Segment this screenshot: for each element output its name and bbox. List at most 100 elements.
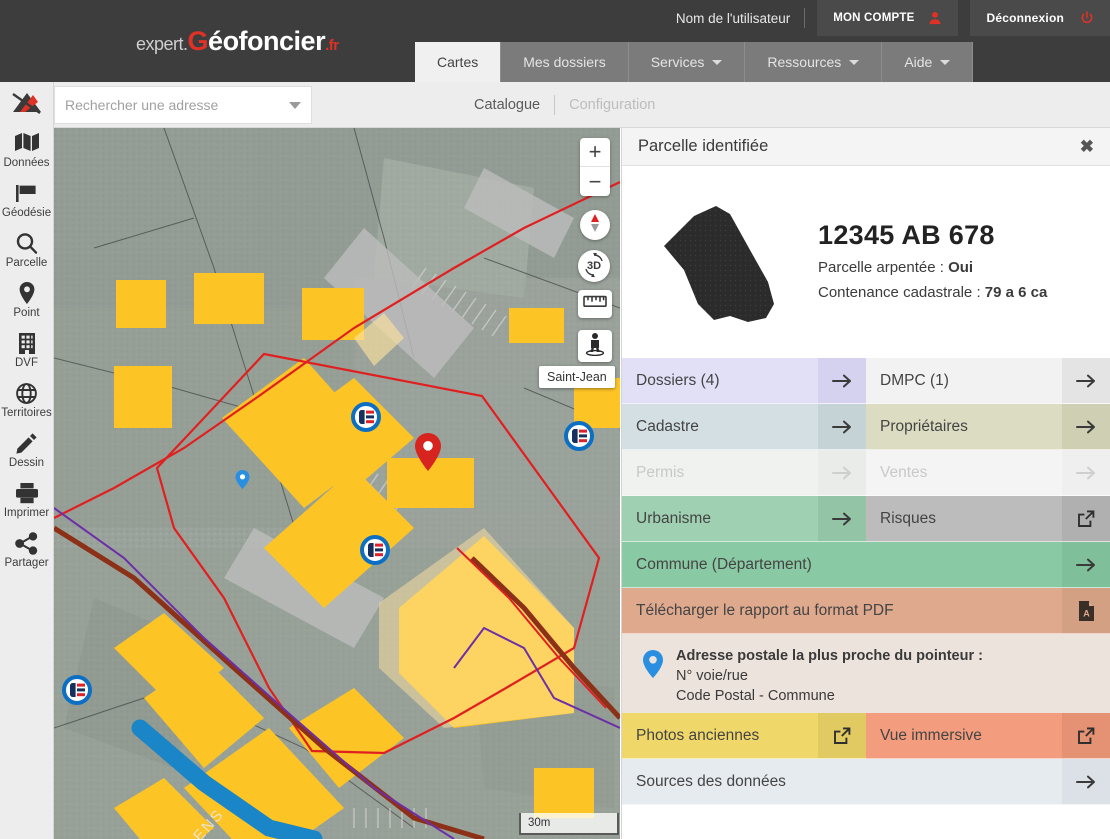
external-link-icon[interactable] [1062, 713, 1110, 758]
compass-icon [588, 213, 602, 238]
map-canvas[interactable]: RATALENS + − 3D [54, 128, 620, 839]
panel-row: Cadastre Propriétaires [622, 404, 1110, 450]
geofoncier-mark-icon[interactable] [10, 88, 44, 118]
panel-cell-sources[interactable]: Sources des données [622, 759, 1110, 805]
sidebar-item-label: DVF [15, 357, 38, 369]
zoom-in-button[interactable]: + [580, 138, 610, 167]
panel-cell-label: Photos anciennes [636, 726, 760, 744]
panel-title: Parcelle identifiée [638, 137, 769, 155]
svg-text:A: A [1083, 608, 1090, 618]
panel-cell-commune[interactable]: Commune (Département) [622, 542, 1110, 588]
arrow-right-icon [1062, 450, 1110, 495]
map-pin-icon [415, 433, 441, 471]
user-bar: Nom de l'utilisateur MON COMPTE Déconnex… [666, 0, 1110, 36]
tab-label: Ressources [767, 54, 842, 70]
sidebar-item-label: Partager [4, 557, 49, 569]
map-pin-icon [642, 646, 664, 683]
dossier-icon [571, 429, 587, 443]
map-dossier-marker[interactable] [62, 675, 92, 705]
sidebar-item-parcelle[interactable]: Parcelle [0, 230, 54, 269]
panel-cell-ventes: Ventes [866, 450, 1110, 496]
pdf-icon[interactable]: A [1062, 588, 1110, 633]
magnifier-icon [15, 230, 38, 256]
panel-cell-dmpc[interactable]: DMPC (1) [866, 358, 1110, 404]
parcel-details: 12345 AB 678 Parcelle arpentée : Oui Con… [818, 184, 1047, 348]
sidebar-item-point[interactable]: Point [0, 280, 54, 319]
sidebar-item-territoires[interactable]: Territoires [0, 380, 54, 419]
panel-row: Permis Ventes [622, 450, 1110, 496]
dossier-icon [69, 683, 85, 697]
my-account-button[interactable]: MON COMPTE [817, 0, 959, 36]
panel-cell-dossiers[interactable]: Dossiers (4) [622, 358, 866, 404]
external-link-icon[interactable] [1062, 496, 1110, 541]
map-dossier-marker[interactable] [351, 402, 381, 432]
panel-cell-label: Sources des données [636, 772, 786, 790]
chevron-down-icon[interactable] [289, 101, 301, 109]
panel-cell-risques[interactable]: Risques [866, 496, 1110, 542]
panel-cell-cadastre[interactable]: Cadastre [622, 404, 866, 450]
left-toolbar: Données Géodésie Parcelle Point DVF Terr… [0, 82, 54, 839]
nearest-address-text: Adresse postale la plus proche du pointe… [676, 646, 983, 706]
sidebar-item-imprimer[interactable]: Imprimer [0, 480, 54, 519]
sidebar-item-label: Dessin [8, 457, 45, 469]
application-root: expert.Géofoncier.fr Nom de l'utilisateu… [0, 0, 1110, 839]
close-icon[interactable]: ✖ [1080, 137, 1094, 157]
sidebar-item-dvf[interactable]: DVF [0, 330, 54, 369]
pegman-icon [584, 332, 606, 361]
tab-label: Mes dossiers [523, 54, 606, 70]
tab-ressources[interactable]: Ressources [745, 42, 883, 82]
chevron-down-icon [849, 59, 860, 65]
sidebar-item-dessin[interactable]: Dessin [0, 430, 54, 469]
nearest-address-title: Adresse postale la plus proche du pointe… [676, 648, 983, 664]
address-search-box[interactable] [54, 86, 312, 124]
subnav-configuration[interactable]: Configuration [555, 97, 669, 113]
zoom-out-button[interactable]: − [580, 167, 610, 196]
panel-row: Sources des données [622, 759, 1110, 805]
panel-cell-label: Propriétaires [880, 417, 968, 435]
panel-cell-photos-anciennes[interactable]: Photos anciennes [622, 713, 866, 759]
sidebar-item-geodesie[interactable]: Géodésie [0, 180, 54, 219]
panel-row: Dossiers (4) DMPC (1) [622, 358, 1110, 404]
tab-mes-dossiers[interactable]: Mes dossiers [501, 42, 629, 82]
map-dossier-marker[interactable] [360, 535, 390, 565]
search-input[interactable] [65, 97, 289, 113]
top-bar: expert.Géofoncier.fr Nom de l'utilisateu… [0, 0, 1110, 82]
measure-button[interactable] [578, 290, 612, 318]
panel-cell-vue-immersive[interactable]: Vue immersive [866, 713, 1110, 759]
panel-cell-download-pdf[interactable]: Télécharger le rapport au format PDF A [622, 588, 1110, 634]
site-logo[interactable]: expert.Géofoncier.fr [136, 26, 339, 57]
panel-action-grid: Dossiers (4) DMPC (1) Cadastre Propriéta… [622, 358, 1110, 634]
panel-cell-label: Télécharger le rapport au format PDF [636, 601, 894, 619]
panel-cell-urbanisme[interactable]: Urbanisme [622, 496, 866, 542]
tab-aide[interactable]: Aide [882, 42, 974, 82]
streetview-button[interactable] [578, 330, 612, 362]
tab-services[interactable]: Services [628, 42, 746, 82]
arrow-right-icon[interactable] [1062, 542, 1110, 587]
external-link-icon[interactable] [818, 713, 866, 758]
three-d-button[interactable]: 3D [578, 250, 610, 282]
arrow-right-icon[interactable] [1062, 358, 1110, 403]
map-zoom-control[interactable]: + − [580, 138, 610, 196]
parcel-area-value: 79 a 6 ca [984, 284, 1048, 301]
tab-label: Services [650, 54, 705, 70]
logout-button[interactable]: Déconnexion [970, 0, 1110, 36]
tab-cartes[interactable]: Cartes [415, 42, 502, 82]
map-dossier-marker[interactable] [564, 421, 594, 451]
arrow-right-icon[interactable] [818, 358, 866, 403]
tab-label: Aide [904, 54, 933, 70]
printer-icon [15, 480, 39, 506]
sidebar-item-label: Parcelle [5, 257, 48, 269]
logo-prefix: expert. [136, 34, 188, 54]
sidebar-item-donnees[interactable]: Données [0, 130, 54, 169]
arrow-right-icon[interactable] [818, 496, 866, 541]
parcel-summary: 12345 AB 678 Parcelle arpentée : Oui Con… [622, 166, 1110, 358]
arrow-right-icon[interactable] [1062, 404, 1110, 449]
compass-button[interactable] [580, 210, 610, 240]
sidebar-item-partager[interactable]: Partager [0, 530, 54, 569]
map-selected-pin[interactable] [412, 433, 442, 473]
subnav-catalogue[interactable]: Catalogue [460, 97, 554, 113]
arrow-right-icon[interactable] [818, 404, 866, 449]
map-point-marker[interactable] [235, 470, 250, 489]
arrow-right-icon[interactable] [1062, 759, 1110, 804]
panel-cell-proprietaires[interactable]: Propriétaires [866, 404, 1110, 450]
